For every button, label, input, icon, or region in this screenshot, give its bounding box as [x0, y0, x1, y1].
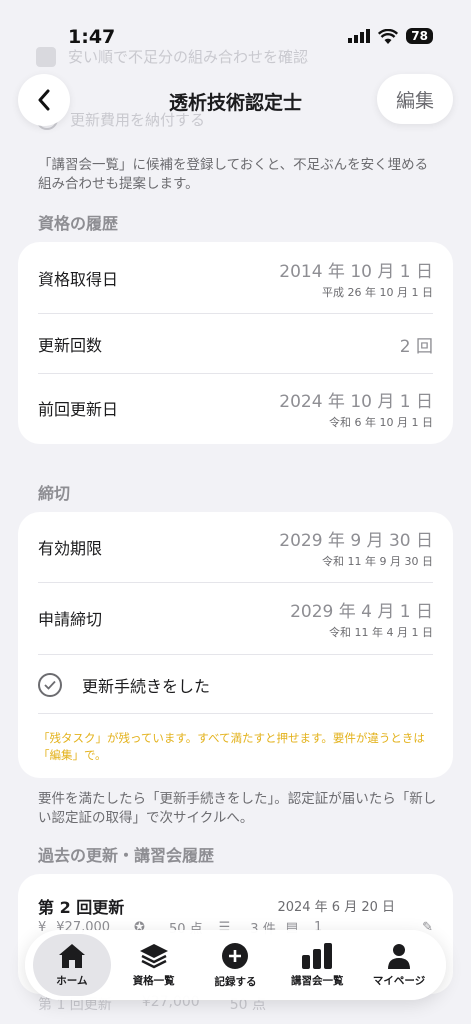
- renewal-done-label: 更新手続きをした: [82, 677, 211, 696]
- wifi-icon: [378, 28, 399, 44]
- tab-bar: ホーム 資格一覧 記録する 講習会一覧 マイページ: [25, 930, 446, 1000]
- tab-qualifications[interactable]: 資格一覧: [115, 934, 193, 996]
- row-label: 申請締切: [38, 610, 103, 629]
- history-row: 前回更新日 2024 年 10 月 1 日 令和 6 年 10 月 1 日: [38, 390, 433, 429]
- tab-label: ホーム: [56, 974, 88, 987]
- row-label: 有効期限: [38, 539, 103, 558]
- row-label: 更新回数: [38, 336, 103, 355]
- tab-label: 資格一覧: [132, 974, 175, 987]
- tab-home[interactable]: ホーム: [32, 934, 111, 996]
- value-sub: 令和 6 年 10 月 1 日: [329, 415, 433, 429]
- value-main: 2 回: [399, 336, 433, 357]
- value-sub: 令和 11 年 4 月 1 日: [329, 625, 433, 639]
- person-icon: [388, 943, 411, 969]
- renewal-done-button[interactable]: 更新手続きをした: [38, 670, 433, 700]
- divider: [38, 313, 433, 314]
- divider: [38, 713, 433, 714]
- past-item-date: 2024 年 6 月 20 日: [277, 900, 395, 915]
- tab-label: 記録する: [214, 975, 257, 988]
- past-item-title: 第 2 回更新: [38, 898, 125, 917]
- history-row: 資格取得日 2014 年 10 月 1 日 平成 26 年 10 月 1 日: [38, 260, 433, 299]
- history-row: 更新回数 2 回: [38, 330, 433, 358]
- tab-record[interactable]: 記録する: [196, 934, 274, 996]
- deadline-row: 申請締切 2029 年 4 月 1 日 令和 11 年 4 月 1 日: [38, 600, 433, 639]
- nav-header: 透析技術認定士 編集: [18, 74, 453, 130]
- value-main: 2024 年 10 月 1 日: [279, 391, 433, 412]
- battery-indicator: 78: [406, 28, 433, 44]
- edit-button[interactable]: 編集: [377, 74, 453, 124]
- tab-mypage[interactable]: マイページ: [360, 934, 438, 996]
- screen: 安い順で不足分の組み合わせを確認 更新費用を納付する 1:47 78 透析技術認…: [0, 0, 471, 1024]
- section-heading-history: 資格の履歴: [38, 214, 119, 233]
- divider: [38, 582, 433, 583]
- layers-icon: [139, 943, 168, 968]
- value-sub: 令和 11 年 9 月 30 日: [322, 554, 433, 568]
- history-card: 資格取得日 2014 年 10 月 1 日 平成 26 年 10 月 1 日 更…: [18, 242, 453, 444]
- divider: [38, 654, 433, 655]
- value-main: 2029 年 9 月 30 日: [279, 530, 433, 551]
- tab-label: マイページ: [372, 974, 426, 987]
- tab-label: 講習会一覧: [291, 974, 344, 987]
- row-value: 2024 年 10 月 1 日 令和 6 年 10 月 1 日: [279, 387, 433, 430]
- home-icon: [58, 943, 85, 968]
- status-bar: 1:47 78: [0, 0, 471, 70]
- value-main: 2014 年 10 月 1 日: [279, 261, 433, 282]
- row-value: 2029 年 4 月 1 日 令和 11 年 4 月 1 日: [290, 597, 433, 640]
- deadline-card: 有効期限 2029 年 9 月 30 日 令和 11 年 9 月 30 日 申請…: [18, 512, 453, 778]
- divider: [38, 373, 433, 374]
- section-heading-past: 過去の更新・講習会履歴: [38, 846, 215, 865]
- tab-courses[interactable]: 講習会一覧: [278, 934, 356, 996]
- row-value: 2029 年 9 月 30 日 令和 11 年 9 月 30 日: [279, 526, 433, 569]
- status-icons: 78: [348, 28, 433, 44]
- bar-chart-icon: [302, 942, 333, 969]
- plus-circle-icon: [222, 942, 249, 969]
- signal-icon: [348, 29, 371, 43]
- intro-note: 「講習会一覧」に候補を登録しておくと、不足ぶんを安く埋める組み合わせも提案します…: [38, 157, 429, 192]
- check-circle-icon: [38, 673, 62, 697]
- value-sub: 平成 26 年 10 月 1 日: [322, 285, 433, 299]
- row-value: 2014 年 10 月 1 日 平成 26 年 10 月 1 日: [279, 257, 433, 300]
- warning-text: 「残タスク」が残っています。すべて満たすと押せます。要件が違うときは「編集」で。: [38, 731, 425, 762]
- value-main: 2029 年 4 月 1 日: [290, 601, 433, 622]
- status-time: 1:47: [68, 26, 116, 48]
- deadline-row: 有効期限 2029 年 9 月 30 日 令和 11 年 9 月 30 日: [38, 529, 433, 568]
- cycle-note: 要件を満たしたら「更新手続きをした」。認定証が届いたら「新しい認定証の取得」で次…: [38, 791, 437, 826]
- section-heading-deadline: 締切: [38, 484, 71, 503]
- row-label: 前回更新日: [38, 400, 119, 419]
- row-label: 資格取得日: [38, 270, 119, 289]
